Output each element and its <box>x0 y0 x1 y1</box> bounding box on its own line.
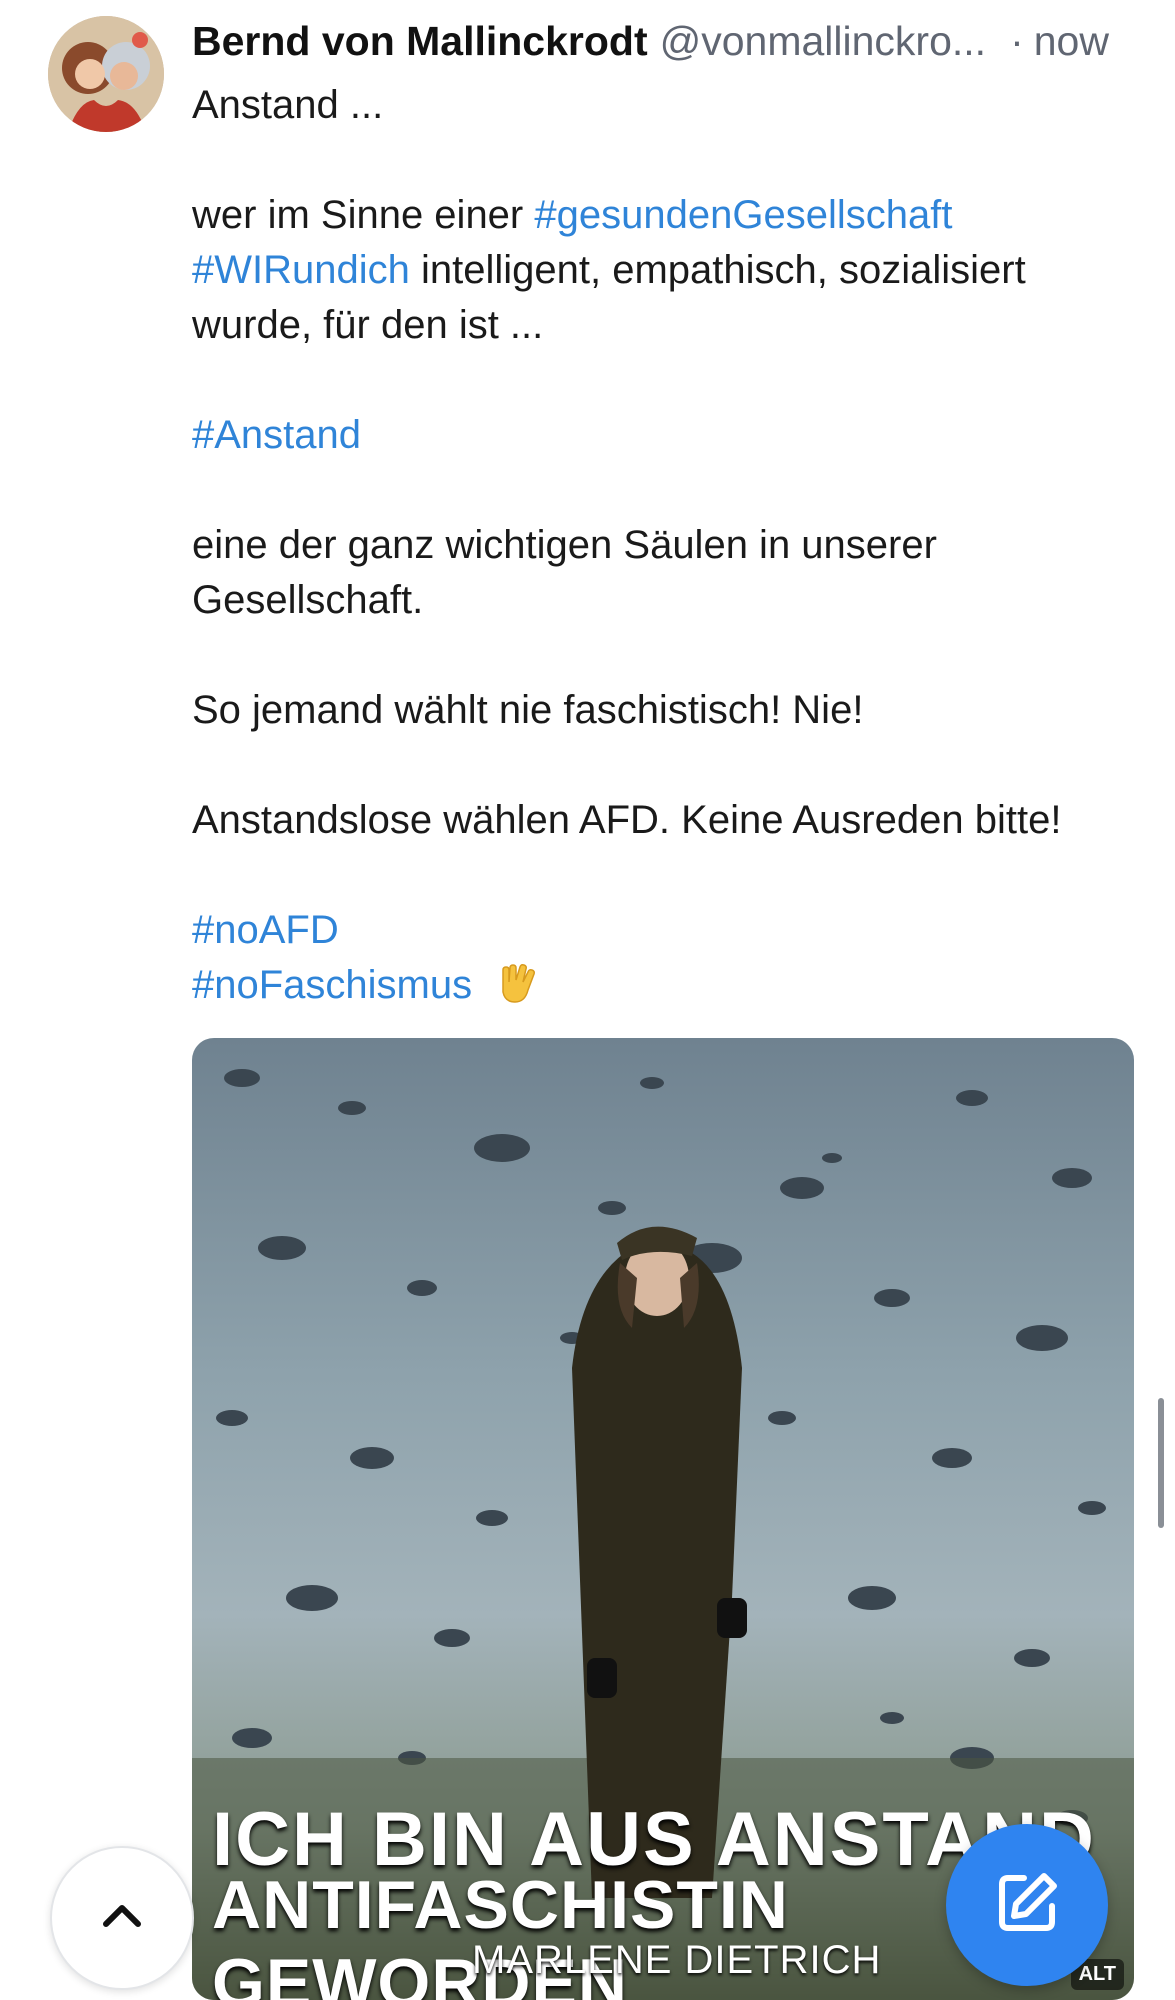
hashtag-link[interactable]: #gesundenGesellschaft <box>534 193 952 237</box>
text-line: So jemand wählt nie faschistisch! Nie! <box>192 688 864 732</box>
post-time[interactable]: now <box>1034 18 1109 65</box>
compose-icon <box>992 1868 1062 1943</box>
hashtag-link[interactable]: #noFaschismus <box>192 963 472 1007</box>
hashtag-link[interactable]: #WIRundich <box>192 248 410 292</box>
text-line: #noAFD <box>192 903 1142 958</box>
post-header: Bernd von Mallinckrodt @vonmallinckro...… <box>192 18 1135 74</box>
separator: · <box>1010 18 1024 64</box>
text-line: Gesellschaft. <box>192 578 424 622</box>
text-line: #noFaschismus <box>192 958 1142 1013</box>
scroll-to-top-button[interactable] <box>50 1846 194 1990</box>
text-fragment: intelligent, empathisch, sozialisiert <box>421 248 1026 292</box>
post-body: Anstand ... wer im Sinne einer #gesunden… <box>192 78 1142 1013</box>
chevron-up-icon <box>98 1892 146 1945</box>
text-line: eine der ganz wichtigen Säulen in unsere… <box>192 523 937 567</box>
hashtag-link[interactable]: #Anstand <box>192 413 361 457</box>
text-line: #Anstand <box>192 408 1142 463</box>
text-line: #WIRundich intelligent, empathisch, sozi… <box>192 243 1142 298</box>
hashtag-link[interactable]: #noAFD <box>192 908 339 952</box>
text-line: Anstandslose wählen AFD. Keine Ausreden … <box>192 798 1062 842</box>
post: Bernd von Mallinckrodt @vonmallinckro...… <box>0 0 1175 2000</box>
avatar[interactable] <box>48 16 164 132</box>
vulcan-salute-icon <box>495 962 539 1006</box>
text-line: Anstand ... <box>192 83 384 127</box>
user-handle[interactable]: @vonmallinckro... <box>660 18 986 65</box>
display-name[interactable]: Bernd von Mallinckrodt <box>192 18 648 65</box>
text-line: wurde, für den ist ... <box>192 303 544 347</box>
compose-button[interactable] <box>946 1824 1108 1986</box>
scrollbar[interactable] <box>1158 1398 1164 1528</box>
text-fragment: wer im Sinne einer <box>192 193 524 237</box>
text-line: wer im Sinne einer #gesundenGesellschaft <box>192 188 1142 243</box>
